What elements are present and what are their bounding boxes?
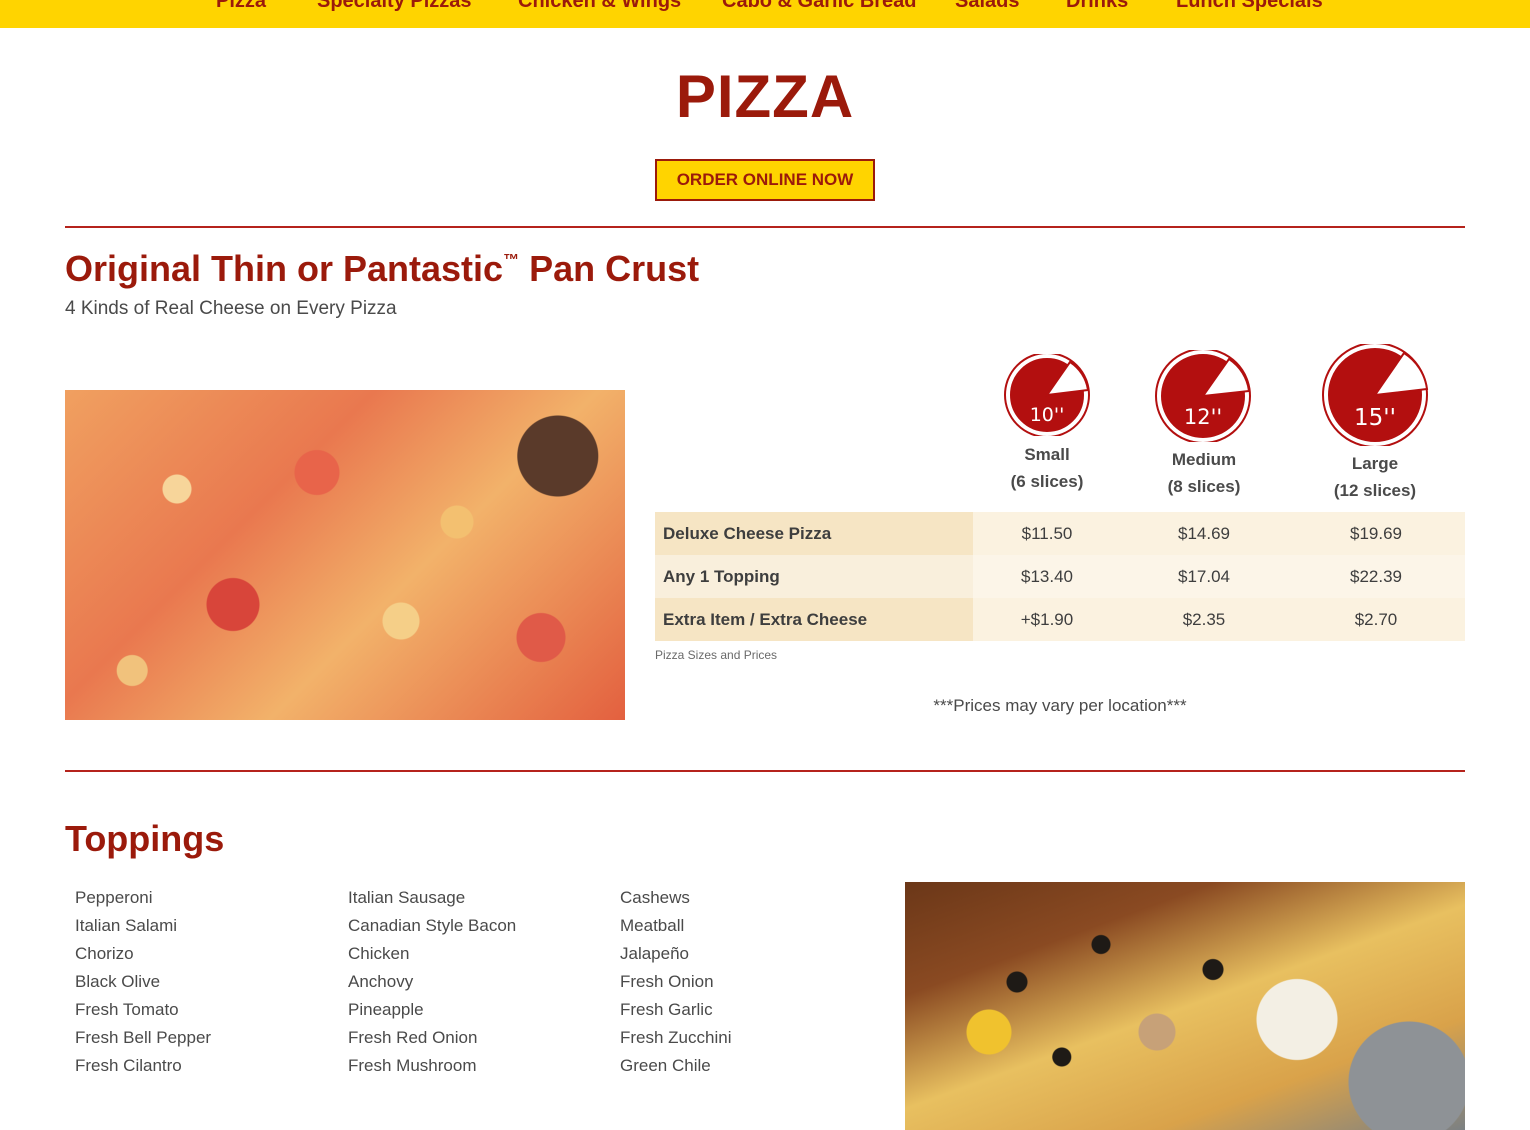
page-title: PIZZA	[675, 63, 855, 130]
list-item: Pineapple	[348, 1000, 424, 1019]
nav-item-salads[interactable]: Salads	[955, 0, 1019, 13]
nav-item-pizza[interactable]: Pizza	[216, 0, 266, 13]
nav-item-lunch-specials[interactable]: Lunch Specials	[1176, 0, 1323, 13]
size-large-icon-label: 15''	[1354, 405, 1396, 431]
list-item: Jalapeño	[620, 944, 690, 963]
size-medium-icon-label: 12''	[1184, 405, 1222, 429]
price-row-item: Extra Item / Extra Cheese	[655, 598, 973, 641]
price-cell: $2.35	[1121, 598, 1287, 641]
toppings-column-1: Pepperoni Italian Salami Chorizo Black O…	[75, 884, 211, 1080]
size-large-name: Large	[1351, 454, 1399, 473]
price-cell: $19.69	[1287, 512, 1465, 555]
pizza-size-small-icon: 10''	[1004, 354, 1090, 436]
list-item: Fresh Red Onion	[348, 1028, 478, 1047]
table-row: Extra Item / Extra Cheese +$1.90 $2.35 $…	[655, 598, 1465, 641]
crust-section-title: Original Thin or Pantastic™ Pan Crust	[65, 248, 699, 290]
list-item: Fresh Bell Pepper	[75, 1028, 212, 1047]
list-item: Fresh Zucchini	[620, 1028, 732, 1047]
order-online-button[interactable]: ORDER ONLINE NOW	[655, 159, 875, 201]
price-cell: $2.70	[1287, 598, 1465, 641]
pizza-size-large-icon: 15''	[1322, 344, 1429, 446]
price-cell: $14.69	[1121, 512, 1287, 555]
table-caption: Pizza Sizes and Prices	[655, 648, 778, 662]
price-cell: $17.04	[1121, 555, 1287, 598]
toppings-pizza-photo	[905, 882, 1465, 1130]
list-item: Cashews	[620, 888, 690, 907]
nav-item-specialty-pizzas[interactable]: Specialty Pizzas	[317, 0, 472, 13]
crust-title-part1: Original Thin or Pantastic	[65, 248, 504, 289]
price-cell: $22.39	[1287, 555, 1465, 598]
section-divider	[65, 770, 1465, 772]
pizza-photo	[65, 390, 625, 720]
nav-item-drinks[interactable]: Drinks	[1066, 0, 1128, 13]
pizza-size-medium-icon: 12''	[1155, 350, 1251, 442]
list-item: Fresh Tomato	[75, 1000, 179, 1019]
toppings-title: Toppings	[65, 818, 225, 859]
list-item: Pepperoni	[75, 888, 153, 907]
nav-item-cabo-garlic-bread[interactable]: Cabo & Garlic Bread	[722, 0, 917, 13]
list-item: Anchovy	[348, 972, 414, 991]
price-cell: $13.40	[973, 555, 1121, 598]
toppings-column-2: Italian Sausage Canadian Style Bacon Chi…	[348, 884, 516, 1080]
size-large-label: Large (12 slices)	[1295, 450, 1455, 504]
price-row-item: Any 1 Topping	[655, 555, 973, 598]
size-medium-label: Medium (8 slices)	[1124, 446, 1284, 500]
list-item: Green Chile	[620, 1056, 711, 1075]
list-item: Black Olive	[75, 972, 161, 991]
price-cell: $11.50	[973, 512, 1121, 555]
list-item: Meatball	[620, 916, 685, 935]
list-item: Fresh Onion	[620, 972, 714, 991]
size-medium-name: Medium	[1171, 450, 1237, 469]
list-item: Fresh Mushroom	[348, 1056, 477, 1075]
price-note: ***Prices may vary per location***	[933, 696, 1187, 715]
list-item: Fresh Garlic	[620, 1000, 713, 1019]
top-nav: Pizza Specialty Pizzas Chicken & Wings C…	[0, 0, 1530, 28]
list-item: Chicken	[348, 944, 410, 963]
list-item: Canadian Style Bacon	[348, 916, 517, 935]
trademark-symbol: ™	[503, 252, 520, 269]
size-small-slices: (6 slices)	[1010, 472, 1084, 491]
list-item: Fresh Cilantro	[75, 1056, 182, 1075]
crust-subtitle: 4 Kinds of Real Cheese on Every Pizza	[65, 298, 397, 319]
price-row-item: Deluxe Cheese Pizza	[655, 512, 973, 555]
price-cell: +$1.90	[973, 598, 1121, 641]
nav-item-chicken-wings[interactable]: Chicken & Wings	[518, 0, 681, 13]
size-medium-slices: (8 slices)	[1167, 477, 1241, 496]
size-small-name: Small	[1024, 445, 1070, 464]
table-row: Any 1 Topping $13.40 $17.04 $22.39	[655, 555, 1465, 598]
list-item: Chorizo	[75, 944, 134, 963]
table-row: Deluxe Cheese Pizza $11.50 $14.69 $19.69	[655, 512, 1465, 555]
section-divider	[65, 226, 1465, 228]
crust-title-part2: Pan Crust	[519, 248, 700, 289]
toppings-column-3: Cashews Meatball Jalapeño Fresh Onion Fr…	[620, 884, 731, 1080]
size-small-icon-label: 10''	[1030, 404, 1065, 426]
size-small-label: Small (6 slices)	[967, 441, 1127, 495]
price-table: Deluxe Cheese Pizza $11.50 $14.69 $19.69…	[655, 512, 1465, 641]
list-item: Italian Sausage	[348, 888, 466, 907]
size-large-slices: (12 slices)	[1333, 481, 1417, 500]
list-item: Italian Salami	[75, 916, 178, 935]
